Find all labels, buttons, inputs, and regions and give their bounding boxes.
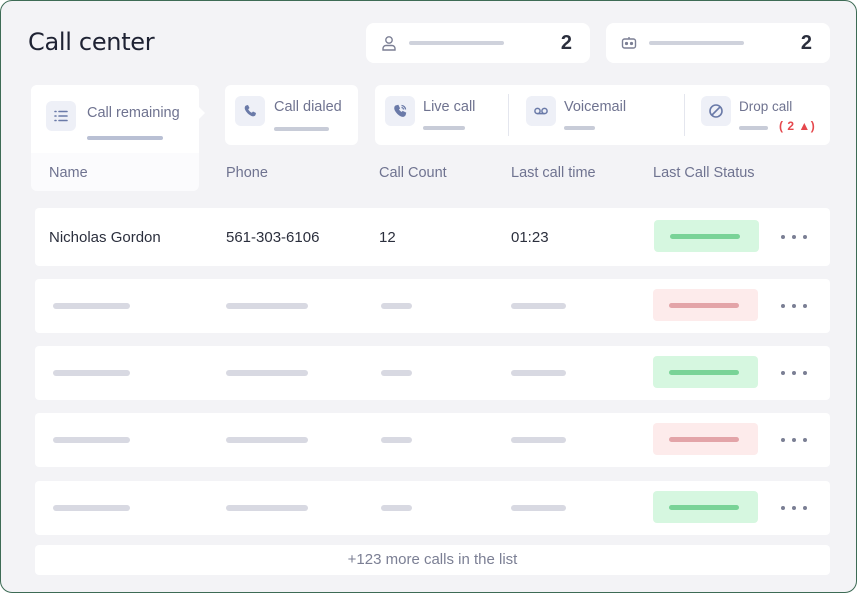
table-row[interactable] (35, 279, 830, 333)
phone-ringing-icon (385, 96, 415, 126)
row-time-placeholder (511, 370, 566, 376)
row-last-call-time: 01:23 (511, 229, 549, 246)
row-more-options-icon[interactable] (781, 501, 807, 515)
voicemail-icon (526, 96, 556, 126)
tab-drop-call-bar (739, 126, 768, 130)
row-more-options-icon[interactable] (781, 230, 807, 244)
row-count-placeholder (381, 370, 412, 376)
more-calls-link[interactable]: +123 more calls in the list (35, 545, 830, 575)
drop-call-alert-badge: ( 2 ▲) (779, 119, 816, 133)
table-row[interactable] (35, 346, 830, 400)
tab-drop-call-label: Drop call (739, 99, 793, 114)
tab-call-dialed-label: Call dialed (274, 99, 342, 115)
row-more-options-icon[interactable] (781, 299, 807, 313)
agents-stat-placeholder (409, 41, 504, 45)
status-badge (653, 289, 758, 321)
row-more-options-icon[interactable] (781, 366, 807, 380)
status-badge (654, 220, 759, 252)
list-icon (46, 101, 76, 131)
column-header-name[interactable]: Name (49, 165, 88, 181)
bot-icon (620, 34, 638, 52)
bots-stat-value: 2 (800, 32, 812, 54)
tab-call-remaining-label: Call remaining (87, 105, 180, 121)
bots-stat-card[interactable]: 2 (606, 23, 830, 63)
row-name-placeholder (53, 505, 130, 511)
tab-divider (684, 94, 685, 136)
row-call-count: 12 (379, 229, 396, 246)
phone-icon (235, 96, 265, 126)
call-center-panel: Call center 2 2 Call remaining Call dial… (0, 0, 857, 593)
row-more-options-icon[interactable] (781, 433, 807, 447)
tab-call-dialed-bar (274, 127, 329, 131)
row-count-placeholder (381, 303, 412, 309)
row-time-placeholder (511, 437, 566, 443)
person-icon (380, 34, 398, 52)
block-icon (701, 96, 731, 126)
row-name-placeholder (53, 437, 130, 443)
tab-call-dialed[interactable]: Call dialed (225, 85, 358, 145)
column-header-call-count[interactable]: Call Count (379, 165, 447, 181)
tab-call-remaining-bar (87, 136, 163, 140)
column-header-last-call-status[interactable]: Last Call Status (653, 165, 755, 181)
row-name: Nicholas Gordon (49, 229, 161, 246)
column-header-phone[interactable]: Phone (226, 165, 268, 181)
agents-stat-value: 2 (560, 32, 572, 54)
row-count-placeholder (381, 505, 412, 511)
call-type-tab-group (375, 85, 830, 145)
row-phone-placeholder (226, 505, 308, 511)
tab-voicemail-label: Voicemail (564, 99, 627, 115)
bots-stat-placeholder (649, 41, 744, 45)
table-row[interactable]: Nicholas Gordon 561-303-6106 12 01:23 (35, 208, 830, 266)
tab-divider (508, 94, 509, 136)
tab-live-call-label: Live call (423, 99, 476, 115)
status-badge (653, 423, 758, 455)
row-name-placeholder (53, 303, 130, 309)
tab-voicemail-bar (564, 126, 595, 130)
row-time-placeholder (511, 505, 566, 511)
agents-stat-card[interactable]: 2 (366, 23, 590, 63)
tab-live-call-bar (423, 126, 465, 130)
status-badge (653, 356, 758, 388)
row-phone-placeholder (226, 437, 308, 443)
row-phone-placeholder (226, 370, 308, 376)
row-phone: 561-303-6106 (226, 229, 320, 246)
column-header-last-call-time[interactable]: Last call time (511, 165, 596, 181)
row-name-placeholder (53, 370, 130, 376)
table-row[interactable] (35, 413, 830, 467)
row-time-placeholder (511, 303, 566, 309)
row-count-placeholder (381, 437, 412, 443)
status-badge (653, 491, 758, 523)
page-title: Call center (28, 28, 155, 56)
row-phone-placeholder (226, 303, 308, 309)
table-row[interactable] (35, 481, 830, 535)
